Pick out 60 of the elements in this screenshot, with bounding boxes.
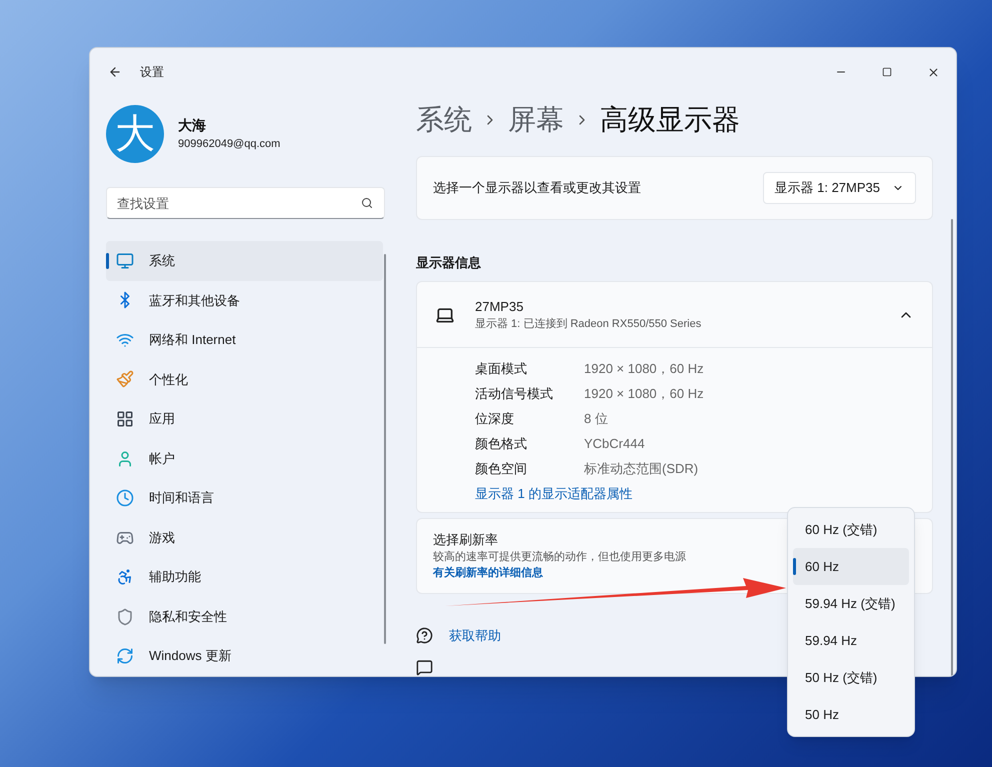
menu-option[interactable]: 50 Hz xyxy=(793,696,909,733)
info-label: 活动信号模式 xyxy=(475,385,554,404)
brush-icon xyxy=(116,370,134,388)
selection-indicator xyxy=(793,558,796,575)
info-value: YCbCr444 xyxy=(584,435,645,454)
info-value: 1920 × 1080，60 Hz xyxy=(584,360,704,378)
info-label: 颜色格式 xyxy=(475,435,528,454)
refresh-rate-title: 选择刷新率 xyxy=(433,530,498,549)
nav-item[interactable]: 隐私和安全性 xyxy=(106,596,383,636)
search-field[interactable]: 查找设置 xyxy=(106,187,385,219)
nav-item[interactable]: 蓝牙和其他设备 xyxy=(106,280,383,320)
refresh-rate-link[interactable]: 有关刷新率的详细信息 xyxy=(433,567,543,580)
nav-item[interactable]: 应用 xyxy=(106,399,383,439)
nav-item[interactable]: 网络和 Internet xyxy=(106,320,383,360)
section-heading: 显示器信息 xyxy=(416,254,482,272)
info-value: 8 位 xyxy=(584,410,608,428)
refresh-icon xyxy=(116,647,134,666)
clock-icon xyxy=(116,489,134,508)
menu-option[interactable]: 50 Hz (交错) xyxy=(793,659,909,696)
nav-item[interactable]: 游戏 xyxy=(106,518,383,558)
info-value: 1920 × 1080，60 Hz xyxy=(584,385,704,404)
account-email: 909962049@qq.com xyxy=(178,137,280,152)
menu-option[interactable]: 60 Hz (交错) xyxy=(793,511,909,548)
breadcrumb-item: 高级显示器 xyxy=(600,103,740,138)
help-link[interactable]: 获取帮助 xyxy=(449,626,501,646)
maximize-icon xyxy=(882,67,892,77)
menu-option[interactable]: 59.94 Hz (交错) xyxy=(793,585,909,622)
monitor-icon xyxy=(116,252,134,270)
feedback-icon xyxy=(416,659,433,676)
refresh-rate-description: 较高的速率可提供更流畅的动作，但也使用更多电源 有关刷新率的详细信息 xyxy=(433,550,687,582)
display-subtitle: 显示器 1: 已连接到 Radeon RX550/550 Series xyxy=(475,316,702,332)
nav-item[interactable]: 时间和语言 xyxy=(106,478,383,518)
menu-option[interactable]: 59.94 Hz xyxy=(793,622,909,659)
nav-item[interactable]: Windows 更新 xyxy=(106,636,383,676)
info-label: 桌面模式 xyxy=(475,360,528,378)
menu-option[interactable]: 60 Hz xyxy=(793,548,909,585)
display-dropdown[interactable]: 显示器 1: 27MP35 xyxy=(762,172,916,204)
display-select-label: 选择一个显示器以查看或更改其设置 xyxy=(433,179,641,198)
adapter-properties-link[interactable]: 显示器 1 的显示适配器属性 xyxy=(475,484,932,504)
close-icon xyxy=(926,66,940,78)
account-name: 大海 xyxy=(178,116,207,136)
shield-icon xyxy=(116,608,134,626)
window-title: 设置 xyxy=(140,64,164,81)
info-label: 颜色空间 xyxy=(475,460,528,478)
nav-item[interactable]: 个性化 xyxy=(106,360,383,400)
accessibility-icon xyxy=(116,568,134,586)
help-icon xyxy=(416,626,433,644)
selection-indicator xyxy=(106,253,109,269)
display-name: 27MP35 xyxy=(475,298,524,316)
breadcrumb-item[interactable]: 系统 xyxy=(416,99,472,142)
person-icon xyxy=(116,450,134,468)
info-value: 标准动态范围(SDR) xyxy=(584,460,698,478)
nav-item[interactable]: 系统 xyxy=(106,241,383,281)
nav-item[interactable]: 帐户 xyxy=(106,438,383,478)
breadcrumb-item[interactable]: 屏幕 xyxy=(508,99,564,142)
nav-item[interactable]: 辅助功能 xyxy=(106,557,383,597)
avatar: 大 xyxy=(106,105,164,163)
apps-icon xyxy=(116,410,134,428)
info-label: 位深度 xyxy=(475,410,515,428)
search-icon xyxy=(361,197,373,209)
